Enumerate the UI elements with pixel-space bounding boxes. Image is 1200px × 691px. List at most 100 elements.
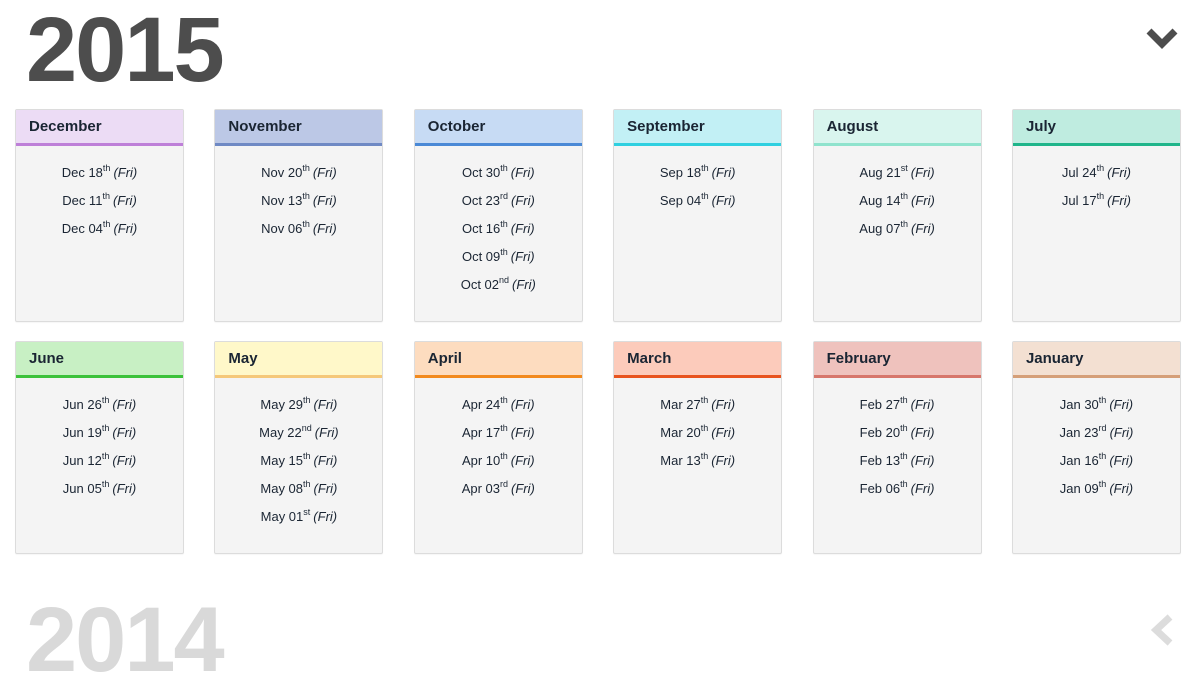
date-item[interactable]: Sep 04th (Fri) xyxy=(614,190,781,218)
date-item[interactable]: Jun 12th (Fri) xyxy=(16,450,183,478)
month-card-april: April Apr 24th (Fri) Apr 17th (Fri) Apr 10th(… xyxy=(413,341,583,554)
date-item[interactable]: Feb 20th (Fri) xyxy=(814,422,981,450)
date-item[interactable]: Jan 30th (Fri) xyxy=(1013,394,1180,422)
year-heading-previous[interactable]: 2014 xyxy=(26,594,225,686)
month-header[interactable]: February xyxy=(813,342,981,378)
weekday-label: (Fri) xyxy=(112,425,137,440)
chevron-down-icon[interactable] xyxy=(1144,20,1180,56)
date-item[interactable]: Mar 13th (Fri) xyxy=(614,450,781,478)
year-heading-current: 2015 xyxy=(26,0,225,101)
date-item[interactable]: Jul 17th (Fri) xyxy=(1013,190,1180,218)
date-item[interactable]: Oct 23rd (Fri) xyxy=(415,190,582,218)
month-card-november: November Nov 20th (Fri) Nov 13th (Fri) Nov 06… xyxy=(214,109,384,322)
date-item[interactable]: Oct 16th (Fri) xyxy=(415,218,582,246)
date-item[interactable]: Sep 18th (Fri) xyxy=(614,162,781,190)
ordinal-suffix: th xyxy=(101,451,110,461)
month-header[interactable]: April xyxy=(414,342,582,378)
date-item[interactable]: Jun 05th (Fri) xyxy=(16,478,183,506)
month-header[interactable]: October xyxy=(414,110,582,146)
date-item[interactable]: Jan 09th (Fri) xyxy=(1013,478,1180,506)
date-item[interactable]: May 29th (Fri) xyxy=(215,394,382,422)
date-item[interactable]: Jun 19th (Fri) xyxy=(16,422,183,450)
date-item[interactable]: May 15th (Fri) xyxy=(215,450,382,478)
date-item[interactable]: Aug 14th (Fri) xyxy=(814,190,981,218)
ordinal-suffix: th xyxy=(102,191,110,201)
month-header[interactable]: March xyxy=(614,342,782,378)
date-item[interactable]: Oct 09th (Fri) xyxy=(415,246,582,274)
date-item[interactable]: Mar 27th (Fri) xyxy=(614,394,781,422)
date-item[interactable]: Feb 13th (Fri) xyxy=(814,450,981,478)
month-header[interactable]: December xyxy=(16,110,183,146)
month-header[interactable]: July xyxy=(1012,110,1180,146)
date-item[interactable]: Jun 26th (Fri) xyxy=(16,394,183,422)
date-item[interactable]: Aug 21st (Fri) xyxy=(814,162,981,190)
date-item[interactable]: Apr 03rd (Fri) xyxy=(415,478,582,506)
month-card-august: August Aug 21st (Fri) Aug 14th (Fri) Aug 07th… xyxy=(812,109,982,322)
chevron-left-icon[interactable] xyxy=(1146,612,1182,648)
date-label: Sep 18 xyxy=(659,165,702,180)
date-item[interactable]: May 08th (Fri) xyxy=(215,478,382,506)
weekday-label: (Fri) xyxy=(313,453,338,468)
weekday-label: (Fri) xyxy=(112,193,137,208)
date-item[interactable]: Dec 04th (Fri) xyxy=(16,218,183,246)
date-label: Nov 20 xyxy=(261,165,303,180)
date-list: Oct 30th (Fri) Oct 23rd (Fri) Oct 16th (Fri) O… xyxy=(415,146,582,302)
date-list: Jul 24th (Fri) Jul 17th (Fri) xyxy=(1013,146,1180,218)
date-item[interactable]: Nov 06th (Fri) xyxy=(215,218,382,246)
date-item[interactable]: Apr 24th (Fri) xyxy=(415,394,582,422)
ordinal-suffix: th xyxy=(500,423,508,433)
month-header[interactable]: September xyxy=(614,110,782,146)
date-label: Oct 16 xyxy=(461,221,501,236)
date-label: Apr 17 xyxy=(461,425,501,440)
date-item[interactable]: Mar 20th (Fri) xyxy=(614,422,781,450)
month-header[interactable]: May xyxy=(215,342,383,378)
date-list: May 29th (Fri) May 22nd (Fri) May 15th (Fri) M… xyxy=(215,378,382,534)
ordinal-suffix: th xyxy=(500,395,508,405)
date-item[interactable]: Oct 02nd (Fri) xyxy=(415,274,582,302)
date-label: Mar 27 xyxy=(660,397,701,412)
date-item[interactable]: Feb 06th (Fri) xyxy=(814,478,981,506)
date-item[interactable]: Jul 24th (Fri) xyxy=(1013,162,1180,190)
month-card-june: June Jun 26th (Fri) Jun 19th (Fri) Jun 12th (F… xyxy=(15,341,184,554)
ordinal-suffix: th xyxy=(302,163,310,173)
month-header[interactable]: November xyxy=(215,110,383,146)
month-card-february: February Feb 27th (Fri) Feb 20th (Fri) Feb 13… xyxy=(812,341,982,554)
date-label: Feb 20 xyxy=(859,425,901,440)
date-label: Aug 21 xyxy=(859,165,901,180)
weekday-label: (Fri) xyxy=(711,165,736,180)
date-item[interactable]: Apr 17th (Fri) xyxy=(415,422,582,450)
date-label: Jan 16 xyxy=(1059,453,1099,468)
date-label: Jan 30 xyxy=(1059,397,1099,412)
weekday-label: (Fri) xyxy=(112,397,137,412)
date-item[interactable]: Jan 23rd (Fri) xyxy=(1013,422,1180,450)
date-item[interactable]: May 01st (Fri) xyxy=(215,506,382,534)
month-card-march: March Mar 27th (Fri) Mar 20th (Fri) Mar 13th(… xyxy=(613,341,783,554)
date-label: Jan 23 xyxy=(1059,425,1099,440)
weekday-label: (Fri) xyxy=(510,425,535,440)
date-item[interactable]: Apr 10th (Fri) xyxy=(415,450,582,478)
weekday-label: (Fri) xyxy=(910,165,935,180)
date-item[interactable]: Feb 27th (Fri) xyxy=(814,394,981,422)
date-item[interactable]: Oct 30th (Fri) xyxy=(415,162,582,190)
date-item[interactable]: May 22nd (Fri) xyxy=(215,422,382,450)
date-item[interactable]: Dec 18th (Fri) xyxy=(16,162,183,190)
ordinal-suffix: th xyxy=(1096,163,1105,173)
ordinal-suffix: rd xyxy=(500,479,509,489)
ordinal-suffix: nd xyxy=(499,275,510,285)
weekday-label: (Fri) xyxy=(911,221,935,236)
ordinal-suffix: th xyxy=(1096,191,1105,201)
date-label: Oct 23 xyxy=(461,193,500,208)
ordinal-suffix: th xyxy=(500,219,508,229)
date-item[interactable]: Nov 20th (Fri) xyxy=(215,162,382,190)
month-header[interactable]: August xyxy=(813,110,981,146)
date-item[interactable]: Jan 16th (Fri) xyxy=(1013,450,1180,478)
date-label: Oct 02 xyxy=(460,277,499,292)
date-list: Sep 18th (Fri) Sep 04th (Fri) xyxy=(614,146,781,218)
ordinal-suffix: th xyxy=(1098,451,1107,461)
weekday-label: (Fri) xyxy=(711,453,736,468)
month-header[interactable]: June xyxy=(16,342,183,378)
date-item[interactable]: Dec 11th (Fri) xyxy=(16,190,183,218)
month-header[interactable]: January xyxy=(1012,342,1180,378)
date-item[interactable]: Nov 13th (Fri) xyxy=(215,190,382,218)
date-item[interactable]: Aug 07th (Fri) xyxy=(814,218,981,246)
